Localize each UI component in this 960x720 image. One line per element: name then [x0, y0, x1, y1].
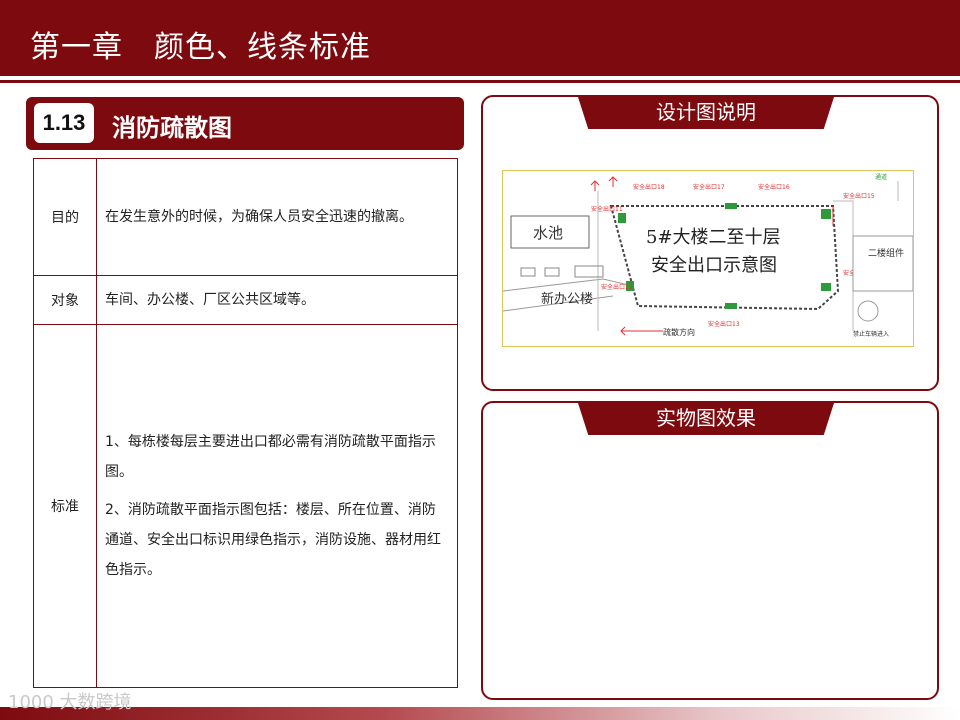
exit-label: 安全出口16	[758, 183, 790, 191]
table-row: 目的 在发生意外的时候，为确保人员安全迅速的撤离。	[33, 158, 458, 276]
section-title: 消防疏散图	[112, 114, 232, 142]
purpose-text: 在发生意外的时候，为确保人员安全迅速的撤离。	[96, 158, 458, 276]
standard-table: 目的 在发生意外的时候，为确保人员安全迅速的撤离。 对象 车间、办公楼、厂区公共…	[33, 158, 458, 688]
table-row: 对象 车间、办公楼、厂区公共区域等。	[33, 275, 458, 325]
real-effect-panel-title: 实物图效果	[578, 403, 834, 435]
header-divider	[0, 80, 960, 83]
plan-title-line1: 5#大楼二至十层	[646, 227, 781, 248]
design-panel-title: 设计图说明	[578, 97, 834, 129]
real-effect-panel	[481, 401, 939, 700]
footer-bar	[0, 707, 960, 720]
exit-label: 安全出口18	[633, 183, 665, 191]
standard-text: 1、每栋楼每层主要进出口都必需有消防疏散平面指示图。 2、消防疏散平面指示图包括…	[96, 324, 458, 688]
chapter-title: 第一章 颜色、线条标准	[30, 30, 371, 65]
watermark-text: 1000 大数跨境	[8, 692, 132, 713]
exit-marker	[821, 283, 831, 291]
channel-label: 通道	[875, 173, 887, 181]
standard-label: 标准	[33, 324, 97, 688]
no-vehicle-label: 禁止车辆进入	[853, 330, 889, 338]
section-number: 1.13	[34, 103, 94, 143]
exit-label: 安全出口12	[601, 283, 633, 291]
roundabout-icon	[857, 300, 879, 322]
header-bar: 第一章 颜色、线条标准	[0, 0, 960, 76]
standard-item-2: 2、消防疏散平面指示图包括：楼层、所在位置、消防通道、安全出口标识用绿色指示，消…	[105, 502, 441, 578]
table-row: 标准 1、每栋楼每层主要进出口都必需有消防疏散平面指示图。 2、消防疏散平面指示…	[33, 324, 458, 688]
exit-label: 安全出口15	[843, 192, 875, 200]
exit-marker	[618, 213, 626, 223]
purpose-label: 目的	[33, 158, 97, 276]
target-label: 对象	[33, 275, 97, 325]
plan-title-line2: 安全出口示意图	[651, 255, 777, 276]
exit-label: 安全出口17	[693, 183, 725, 191]
exit-marker	[821, 209, 831, 219]
exit-label: 安全出口11	[591, 205, 623, 213]
target-text: 车间、办公楼、厂区公共区域等。	[96, 275, 458, 325]
section-header: 1.13 消防疏散图	[26, 97, 464, 150]
exit-marker	[725, 203, 737, 209]
building-2-label: 二楼组件	[868, 247, 904, 259]
exit-label: 安全出口13	[708, 320, 740, 328]
floor-plan-drawing: 水池 新办公楼 5#大楼二至十层 安全出口示意图 安全出口18 安全出口17 安…	[502, 173, 914, 338]
evacuation-floor-plan: 水池 新办公楼 5#大楼二至十层 安全出口示意图 安全出口18 安全出口17 安…	[502, 170, 914, 347]
standard-item-1: 1、每栋楼每层主要进出口都必需有消防疏散平面指示图。	[105, 434, 436, 480]
direction-label: 疏散方向	[663, 327, 695, 337]
pool-label: 水池	[533, 224, 563, 242]
new-office-label: 新办公楼	[541, 291, 593, 307]
exit-marker	[725, 303, 737, 309]
